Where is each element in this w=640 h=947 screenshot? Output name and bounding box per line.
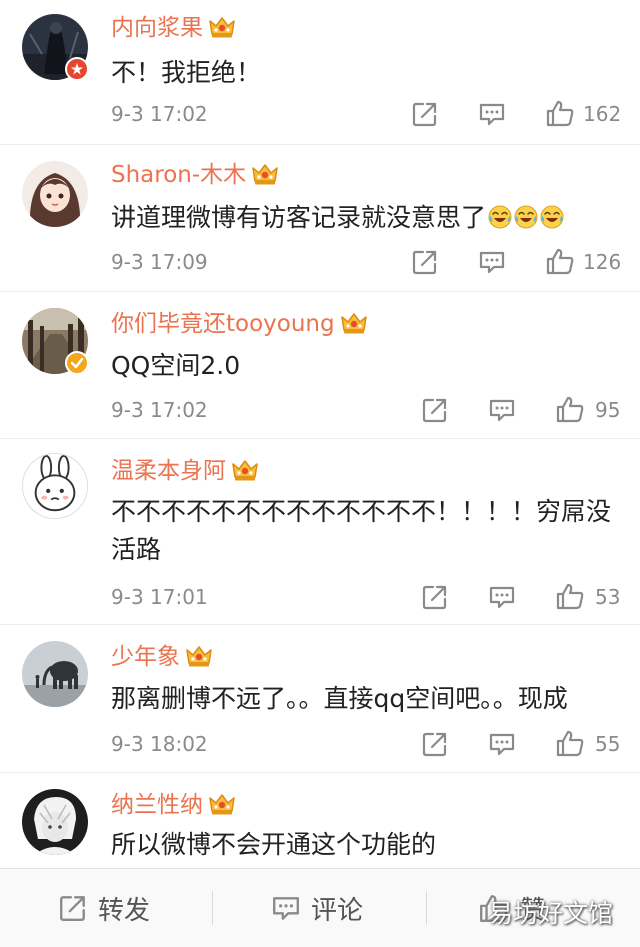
comment-text: 不！我拒绝！ — [111, 58, 262, 87]
avatar[interactable] — [22, 789, 88, 855]
comment-icon[interactable] — [478, 100, 506, 128]
comment-time: 9-3 18:02 — [111, 732, 208, 756]
divider — [426, 891, 427, 925]
avatar[interactable] — [22, 641, 88, 707]
username[interactable]: Sharon-木木 — [111, 161, 278, 189]
share-icon[interactable] — [421, 583, 449, 611]
vip-crown-icon — [209, 15, 235, 39]
like-count: 126 — [583, 250, 622, 274]
comment-time: 9-3 17:09 — [111, 250, 208, 274]
like-count: 162 — [583, 102, 622, 126]
vip-crown-icon — [209, 792, 235, 816]
like-icon[interactable] — [545, 247, 575, 275]
comment-text: 那离删博不远了。。直接qq空间吧。。现成 — [111, 684, 568, 713]
laugh-cry-emoji — [540, 205, 564, 229]
share-icon[interactable] — [411, 248, 439, 276]
comment-item: 内向浆果 不！我拒绝！ 9-3 17:02 162 — [0, 0, 640, 145]
comment-text: 不不不不不不不不不不不不不！！！！穷屌没活路 — [111, 497, 612, 564]
vip-crown-icon — [186, 644, 212, 668]
comment-item: 你们毕竟还tooyoung QQ空间2.0 9-3 17:02 95 — [0, 292, 640, 439]
comment-time: 9-3 17:02 — [111, 102, 208, 126]
comment-button[interactable]: 评论 — [271, 869, 363, 947]
comment-item: Sharon-木木 讲道理微博有访客记录就没意思了 9-3 17:09 126 — [0, 145, 640, 292]
username[interactable]: 内向浆果 — [111, 14, 235, 42]
username[interactable]: 纳兰性纳 — [111, 791, 235, 819]
verified-badge — [65, 351, 89, 375]
comment-text: QQ空间2.0 — [111, 351, 241, 380]
comment-time: 9-3 17:02 — [111, 398, 208, 422]
comment-icon[interactable] — [488, 583, 516, 611]
like-count: 95 — [595, 398, 621, 422]
username[interactable]: 你们毕竟还tooyoung — [111, 310, 367, 338]
comment-icon[interactable] — [478, 248, 506, 276]
comment-text: 讲道理微博有访客记录就没意思了 — [111, 199, 626, 237]
laugh-cry-emoji — [514, 205, 538, 229]
comment-icon[interactable] — [488, 730, 516, 758]
share-icon — [58, 893, 88, 923]
like-icon[interactable] — [555, 582, 585, 610]
verified-badge — [65, 57, 89, 81]
like-icon[interactable] — [555, 395, 585, 423]
comment-item: 少年象 那离删博不远了。。直接qq空间吧。。现成 9-3 18:02 55 — [0, 625, 640, 773]
repost-button[interactable]: 转发 — [58, 869, 150, 947]
comment-item: 温柔本身阿 不不不不不不不不不不不不不！！！！穷屌没活路 9-3 17:01 5… — [0, 439, 640, 625]
vip-crown-icon — [252, 162, 278, 186]
share-icon[interactable] — [411, 100, 439, 128]
username[interactable]: 少年象 — [111, 643, 212, 671]
share-icon[interactable] — [421, 730, 449, 758]
like-icon[interactable] — [555, 729, 585, 757]
vip-crown-icon — [232, 458, 258, 482]
divider — [212, 891, 213, 925]
comment-time: 9-3 17:01 — [111, 585, 208, 609]
comment-item: 纳兰性纳 所以微博不会开通这个功能的 — [0, 773, 640, 868]
laugh-cry-emoji — [488, 205, 512, 229]
like-count: 55 — [595, 732, 621, 756]
vip-crown-icon — [341, 311, 367, 335]
comment-icon[interactable] — [488, 396, 516, 424]
watermark: 易坊好文馆 — [488, 899, 614, 928]
like-count: 53 — [595, 585, 621, 609]
comment-text: 所以微博不会开通这个功能的 — [111, 830, 437, 859]
avatar[interactable] — [22, 453, 88, 519]
share-icon[interactable] — [421, 396, 449, 424]
comment-icon — [271, 893, 301, 923]
username[interactable]: 温柔本身阿 — [111, 457, 258, 485]
avatar[interactable] — [22, 161, 88, 227]
like-icon[interactable] — [545, 99, 575, 127]
